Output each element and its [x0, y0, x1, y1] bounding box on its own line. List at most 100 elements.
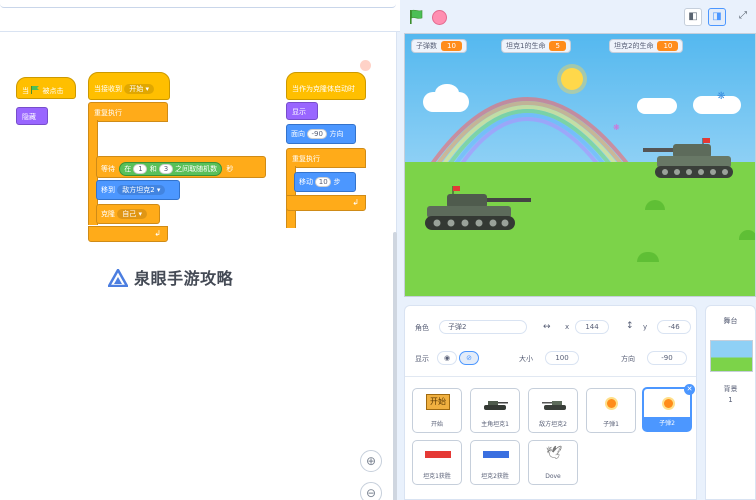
- goto-block[interactable]: 移到 敌方坦克2 ▾: [96, 180, 180, 200]
- small-stage-button[interactable]: ◧: [684, 8, 702, 26]
- sprite-tile[interactable]: 敌方坦克2: [528, 388, 578, 433]
- player-tank-sprite[interactable]: [419, 184, 531, 234]
- sprite-indicator-dot: [360, 60, 371, 71]
- clone-target-value: 自己: [122, 210, 137, 218]
- zoom-out-icon: ⊖: [365, 486, 377, 500]
- forever-block-3[interactable]: 重复执行: [286, 148, 366, 168]
- monitor-tank1-life[interactable]: 坦克1的生命 5: [501, 39, 571, 53]
- steps-input[interactable]: 10: [315, 177, 332, 187]
- workspace-scrollbar[interactable]: [393, 232, 397, 500]
- sprite-pane: 角色 子弹2 ↔ x 144 ↕ y -46 显示 ◉ ⊘ 大小 100 方向 …: [404, 305, 697, 500]
- bush: [739, 230, 755, 240]
- eye-icon: ◉: [443, 354, 451, 362]
- hide-label: 隐藏: [22, 113, 36, 121]
- show-label: 显示: [415, 355, 429, 363]
- sprite-name-label: 角色: [415, 324, 429, 332]
- green-flag-button[interactable]: [408, 9, 424, 25]
- start-sprite-thumbnail: 开始: [426, 394, 450, 410]
- when-receive-label: 当接收到: [94, 85, 122, 93]
- butterfly-icon: ❋: [613, 123, 620, 132]
- enemy-tank-sprite[interactable]: [643, 134, 733, 180]
- code-workspace[interactable]: 当 被点击 隐藏 当接收到 开始 ▾ 重复执行 等待 在 1 和 3 之间取随机…: [0, 32, 397, 500]
- monitor-label: 坦克2的生命: [614, 42, 654, 50]
- random-min-input[interactable]: 1: [133, 164, 148, 174]
- tank-thumbnail: [484, 401, 508, 410]
- when-start-as-clone-block[interactable]: 当作为克隆体启动时: [286, 72, 366, 100]
- point-direction-block[interactable]: 面向 -90 方向: [286, 124, 356, 144]
- fullscreen-button[interactable]: ⤢: [734, 8, 752, 26]
- goto-target-value: 敌方坦克2: [122, 186, 155, 194]
- cloud: [435, 84, 459, 102]
- sprite-list-divider: [405, 376, 696, 377]
- seconds-label: 秒: [226, 165, 234, 173]
- point-label: 面向: [291, 130, 305, 138]
- monitor-tank2-life[interactable]: 坦克2的生命 10: [609, 39, 684, 53]
- wait-random-block[interactable]: 等待 在 1 和 3 之间取随机数 秒: [96, 156, 266, 178]
- watermark: 泉眼手游攻略: [106, 265, 233, 289]
- win-banner-thumbnail: [483, 451, 509, 458]
- hat-suffix: 被点击: [42, 87, 64, 95]
- sprite-tile[interactable]: 主角坦克1: [470, 388, 520, 433]
- clone-hat-label: 当作为克隆体启动时: [292, 85, 355, 93]
- sprite-tile[interactable]: 🕊 Dove: [528, 440, 578, 485]
- x-input[interactable]: 144: [575, 320, 609, 334]
- stage-canvas[interactable]: ❋ ❋ 子弹数 10 坦克1的生命 5 坦克2的生命 10: [404, 33, 756, 297]
- show-label: 显示: [292, 108, 306, 116]
- hide-block[interactable]: 隐藏: [16, 107, 48, 125]
- large-stage-button[interactable]: ◨: [708, 8, 726, 26]
- clone-target-dropdown[interactable]: 自己 ▾: [117, 209, 147, 219]
- show-hidden-toggle[interactable]: ⊘: [459, 351, 479, 365]
- sprite-tile-selected[interactable]: 子弹2 ✕: [642, 384, 695, 432]
- small-stage-icon: ◧: [688, 11, 698, 22]
- zoom-out-button[interactable]: ⊖: [360, 482, 382, 500]
- sprite-tile[interactable]: 子弹1: [586, 388, 636, 433]
- y-arrows-icon: ↕: [626, 321, 634, 331]
- y-input[interactable]: -46: [657, 320, 691, 334]
- sprite-tile-name: 主角坦克1: [481, 421, 509, 428]
- sprite-tile[interactable]: 开始 开始: [412, 388, 462, 433]
- random-in-label: 在: [124, 165, 132, 173]
- when-receive-block[interactable]: 当接收到 开始 ▾: [88, 72, 170, 100]
- monitor-label: 坦克1的生命: [506, 42, 546, 50]
- goto-target-dropdown[interactable]: 敌方坦克2 ▾: [117, 185, 166, 195]
- stage-selector[interactable]: 舞台 背景 1: [705, 305, 756, 500]
- sprite-tile-name: 坦克1获胜: [423, 473, 451, 480]
- direction-input[interactable]: -90: [307, 129, 328, 139]
- eye-slash-icon: ⊘: [466, 354, 472, 362]
- hat-prefix: 当: [22, 87, 29, 95]
- tab-strip: [0, 0, 396, 8]
- random-max-input[interactable]: 3: [158, 164, 173, 174]
- show-block[interactable]: 显示: [286, 102, 318, 120]
- sprite-tile[interactable]: 坦克1获胜: [412, 440, 462, 485]
- tank-thumbnail: [542, 401, 566, 410]
- sprite-tile-name: 坦克2获胜: [481, 473, 509, 480]
- backdrop-label: 背景: [723, 385, 738, 393]
- monitor-value: 10: [441, 41, 462, 51]
- monitor-bullet-count[interactable]: 子弹数 10: [411, 39, 467, 53]
- clone-block[interactable]: 克隆 自己 ▾: [96, 204, 160, 224]
- size-input[interactable]: 100: [545, 351, 579, 365]
- stop-button[interactable]: [432, 10, 447, 25]
- forever-label-3: 重复执行: [292, 155, 320, 163]
- move-block[interactable]: 移动 10 步: [294, 172, 356, 192]
- zoom-in-button[interactable]: ⊕: [360, 450, 382, 472]
- direction-input[interactable]: -90: [647, 351, 687, 365]
- workspace-top-strip: [0, 0, 400, 32]
- delete-sprite-button[interactable]: ✕: [684, 384, 695, 395]
- sprite-tile-name: 子弹2: [644, 417, 690, 430]
- bullet-thumbnail: [664, 399, 673, 408]
- monitor-value: 5: [549, 41, 566, 51]
- clone-label: 克隆: [101, 210, 115, 218]
- forever-block-2[interactable]: 重复执行: [88, 102, 168, 122]
- when-flag-clicked-block[interactable]: 当 被点击: [16, 77, 76, 99]
- sprite-name-input[interactable]: 子弹2: [439, 320, 527, 334]
- backdrop-count: 1: [728, 396, 733, 404]
- green-flag-icon: [31, 86, 40, 94]
- wait-label: 等待: [101, 165, 115, 173]
- random-operator[interactable]: 在 1 和 3 之间取随机数: [119, 162, 223, 176]
- message-dropdown[interactable]: 开始 ▾: [124, 84, 154, 94]
- green-flag-icon: [410, 9, 423, 24]
- sprite-tile[interactable]: 坦克2获胜: [470, 440, 520, 485]
- show-visible-toggle[interactable]: ◉: [437, 351, 457, 365]
- butterfly-icon: ❋: [717, 91, 726, 102]
